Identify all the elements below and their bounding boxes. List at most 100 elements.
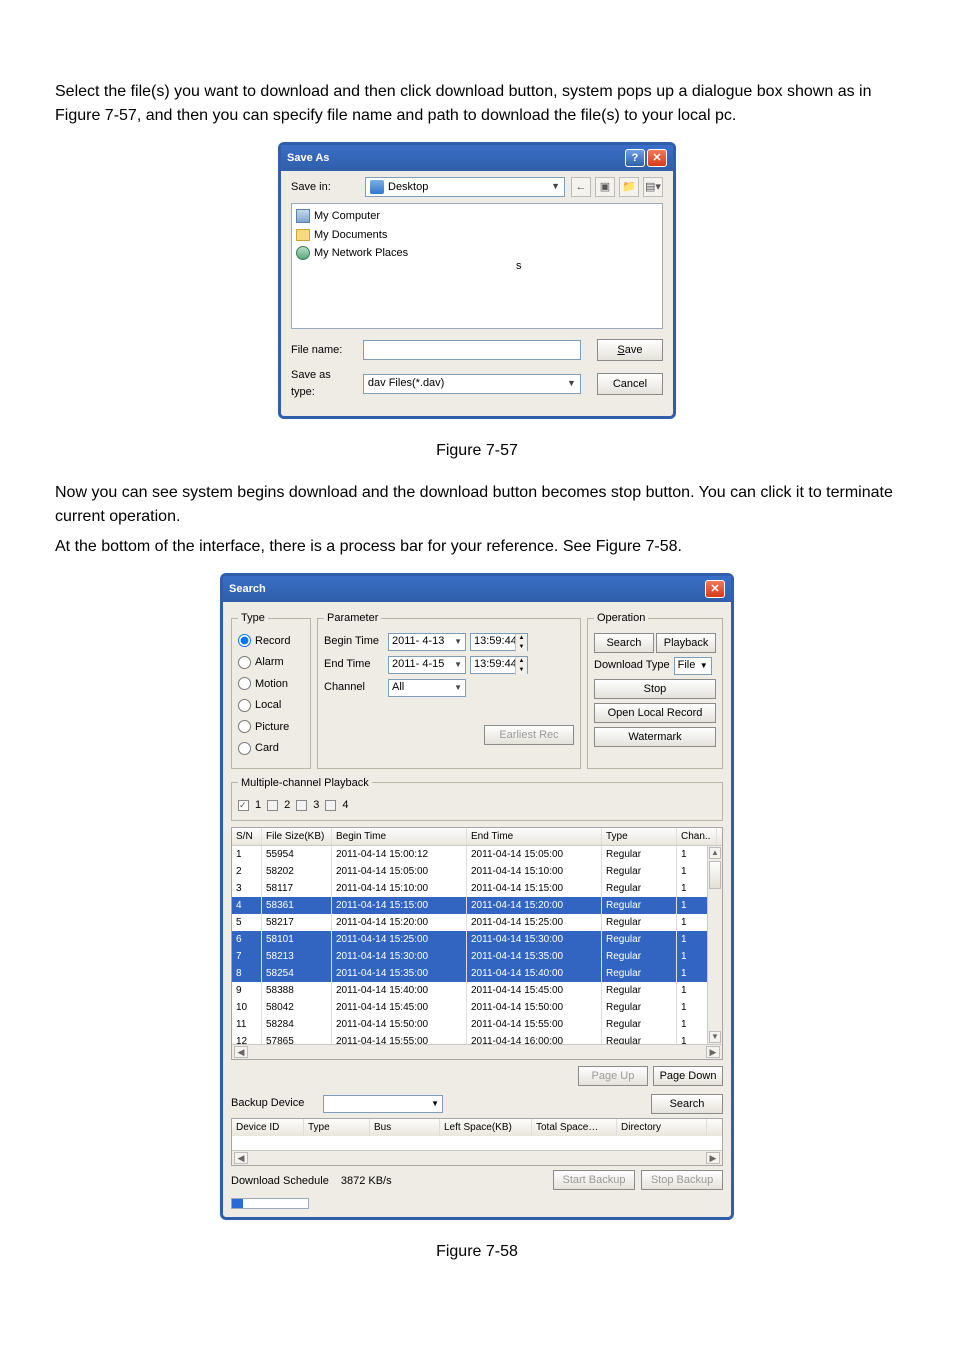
savetype-label: Save as type: <box>291 367 357 400</box>
savein-combo[interactable]: Desktop ▼ <box>365 177 565 197</box>
dev-col-bus[interactable]: Bus <box>370 1119 440 1136</box>
scroll-right-icon[interactable]: ▶ <box>706 1046 720 1058</box>
progress-fill <box>232 1199 243 1208</box>
savein-label: Save in: <box>291 179 359 196</box>
col-sn[interactable]: S/N <box>232 828 262 845</box>
dev-col-left[interactable]: Left Space(KB) <box>440 1119 532 1136</box>
channel-label: Channel <box>324 679 384 696</box>
scroll-left-icon[interactable]: ◀ <box>234 1152 248 1164</box>
new-folder-icon[interactable]: 📁 <box>619 177 639 197</box>
table-body[interactable]: 1559542011-04-14 15:00:122011-04-14 15:0… <box>232 846 722 1044</box>
page-down-button[interactable]: Page Down <box>653 1066 723 1086</box>
watermark-button[interactable]: Watermark <box>594 727 716 747</box>
save-button[interactable]: SSaveave <box>597 339 663 361</box>
chevron-down-icon: ▼ <box>551 180 560 194</box>
table-row[interactable]: 11582842011-04-14 15:50:002011-04-14 15:… <box>232 1016 722 1033</box>
view-menu-icon[interactable]: ▤▾ <box>643 177 663 197</box>
operation-group: Operation Search Playback Download Type … <box>587 610 723 769</box>
end-time-spinner[interactable]: 13:59:44▲▼ <box>470 656 528 674</box>
item-network-places[interactable]: My Network Places <box>314 245 408 262</box>
channel-3-checkbox[interactable] <box>296 800 307 811</box>
radio-motion[interactable]: Motion <box>238 676 304 693</box>
scroll-right-icon[interactable]: ▶ <box>706 1152 720 1164</box>
device-table: Device ID Type Bus Left Space(KB) Total … <box>231 1118 723 1166</box>
open-local-record-button[interactable]: Open Local Record <box>594 703 716 723</box>
radio-alarm[interactable]: Alarm <box>238 654 304 671</box>
saveas-dialog: Save As ? ✕ Save in: Desktop ▼ ← ▣ 📁 ▤▾ <box>278 142 676 419</box>
device-horizontal-scrollbar[interactable]: ◀ ▶ <box>232 1150 722 1165</box>
col-end[interactable]: End Time <box>467 828 602 845</box>
radio-card[interactable]: Card <box>238 740 304 757</box>
page-up-button[interactable]: Page Up <box>578 1066 648 1086</box>
dev-col-id[interactable]: Device ID <box>232 1119 304 1136</box>
savetype-combo[interactable]: dav Files(*.dav) ▼ <box>363 374 581 394</box>
backup-search-button[interactable]: Search <box>651 1094 723 1114</box>
table-row[interactable]: 9583882011-04-14 15:40:002011-04-14 15:4… <box>232 982 722 999</box>
channel-1-checkbox[interactable] <box>238 800 249 811</box>
filename-label: File name: <box>291 342 357 359</box>
download-type-combo[interactable]: File▼ <box>674 657 712 675</box>
close-icon[interactable]: ✕ <box>705 580 725 598</box>
radio-record[interactable]: Record <box>238 633 304 650</box>
channel-4-checkbox[interactable] <box>325 800 336 811</box>
stop-button[interactable]: Stop <box>594 679 716 699</box>
scroll-left-icon[interactable]: ◀ <box>234 1046 248 1058</box>
radio-local[interactable]: Local <box>238 697 304 714</box>
table-row[interactable]: 2582022011-04-14 15:05:002011-04-14 15:1… <box>232 863 722 880</box>
help-icon[interactable]: ? <box>625 149 645 167</box>
figure-58-caption: Figure 7-58 <box>55 1240 899 1264</box>
channel-combo[interactable]: All▼ <box>388 679 466 697</box>
radio-picture[interactable]: Picture <box>238 719 304 736</box>
search-dialog: Search ✕ Type Record Alarm Motion Local … <box>220 573 734 1220</box>
col-size[interactable]: File Size(KB) <box>262 828 332 845</box>
table-row[interactable]: 12578652011-04-14 15:55:002011-04-14 16:… <box>232 1033 722 1044</box>
scroll-down-icon[interactable]: ▼ <box>709 1031 721 1043</box>
table-row[interactable]: 7582132011-04-14 15:30:002011-04-14 15:3… <box>232 948 722 965</box>
earliest-rec-button[interactable]: Earliest Rec <box>484 725 574 745</box>
begin-time-spinner[interactable]: 13:59:44▲▼ <box>470 633 528 651</box>
filename-input[interactable] <box>363 340 581 360</box>
col-chan[interactable]: Chan.. <box>677 828 717 845</box>
op-legend: Operation <box>594 610 648 627</box>
search-titlebar: Search ✕ <box>223 576 731 602</box>
item-my-documents[interactable]: My Documents <box>314 227 387 244</box>
table-row[interactable]: 3581172011-04-14 15:10:002011-04-14 15:1… <box>232 880 722 897</box>
cancel-button[interactable]: Cancel <box>597 373 663 395</box>
start-backup-button[interactable]: Start Backup <box>553 1170 635 1190</box>
vertical-scrollbar[interactable]: ▲ ▼ <box>707 846 722 1044</box>
item-my-computer[interactable]: My Computer <box>314 208 380 225</box>
download-schedule-label: Download Schedule <box>231 1173 329 1190</box>
playback-button[interactable]: Playback <box>656 633 716 653</box>
table-row[interactable]: 1559542011-04-14 15:00:122011-04-14 15:0… <box>232 846 722 863</box>
table-row[interactable]: 8582542011-04-14 15:35:002011-04-14 15:4… <box>232 965 722 982</box>
end-date-combo[interactable]: 2011- 4-15▼ <box>388 656 466 674</box>
intro-paragraph-2b: At the bottom of the interface, there is… <box>55 535 899 559</box>
begin-date-combo[interactable]: 2011- 4-13▼ <box>388 633 466 651</box>
dev-col-type[interactable]: Type <box>304 1119 370 1136</box>
col-begin[interactable]: Begin Time <box>332 828 467 845</box>
dev-col-dir[interactable]: Directory <box>617 1119 707 1136</box>
type-legend: Type <box>238 610 268 627</box>
dev-col-total[interactable]: Total Space… <box>532 1119 617 1136</box>
file-list[interactable]: My Computer My Documents My Network Plac… <box>291 203 663 329</box>
search-button[interactable]: Search <box>594 633 654 653</box>
up-folder-icon[interactable]: ▣ <box>595 177 615 197</box>
desktop-icon <box>370 180 384 194</box>
scroll-up-icon[interactable]: ▲ <box>709 847 721 859</box>
table-row[interactable]: 5582172011-04-14 15:20:002011-04-14 15:2… <box>232 914 722 931</box>
back-icon[interactable]: ← <box>571 177 591 197</box>
col-type[interactable]: Type <box>602 828 677 845</box>
type-group: Type Record Alarm Motion Local Picture C… <box>231 610 311 769</box>
table-row[interactable]: 6581012011-04-14 15:25:002011-04-14 15:3… <box>232 931 722 948</box>
scroll-thumb[interactable] <box>709 861 721 889</box>
close-icon[interactable]: ✕ <box>647 149 667 167</box>
backup-device-combo[interactable]: ▼ <box>323 1095 443 1113</box>
table-row[interactable]: 10580422011-04-14 15:45:002011-04-14 15:… <box>232 999 722 1016</box>
channel-2-checkbox[interactable] <box>267 800 278 811</box>
multi-channel-group: Multiple-channel Playback 1 2 3 4 <box>231 775 723 821</box>
horizontal-scrollbar[interactable]: ◀ ▶ <box>232 1044 722 1059</box>
table-row[interactable]: 4583612011-04-14 15:15:002011-04-14 15:2… <box>232 897 722 914</box>
saveas-title-text: Save As <box>287 150 329 167</box>
intro-paragraph-1: Select the file(s) you want to download … <box>55 80 899 128</box>
stop-backup-button[interactable]: Stop Backup <box>641 1170 723 1190</box>
